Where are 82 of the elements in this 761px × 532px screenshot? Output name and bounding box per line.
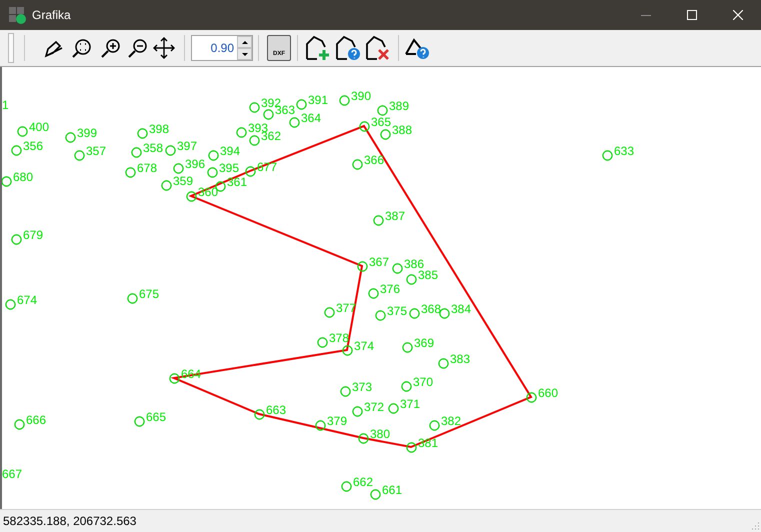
point-label: 667 bbox=[2, 468, 22, 480]
point-label: 665 bbox=[146, 411, 166, 423]
point-label: 359 bbox=[173, 175, 194, 187]
point-label: 372 bbox=[364, 401, 384, 413]
point-label: 374 bbox=[354, 340, 374, 352]
point-label: 375 bbox=[387, 305, 408, 317]
point-label: 666 bbox=[26, 414, 46, 426]
spin-down-button[interactable] bbox=[237, 48, 252, 60]
window-title: Grafika bbox=[32, 7, 71, 24]
point-label: 399 bbox=[77, 127, 98, 139]
point-label: 366 bbox=[364, 154, 384, 166]
point-label: 662 bbox=[353, 476, 374, 488]
point-label: 677 bbox=[257, 161, 278, 173]
point-label: 361 bbox=[227, 176, 248, 188]
resize-grip-icon bbox=[749, 520, 759, 530]
point-label: 386 bbox=[404, 258, 424, 270]
pen-icon bbox=[44, 38, 64, 58]
point-label: 396 bbox=[185, 158, 206, 170]
close-icon bbox=[733, 10, 743, 20]
spin-up-button[interactable] bbox=[237, 36, 252, 48]
point-label: 364 bbox=[301, 112, 322, 124]
polygon-info-button[interactable] bbox=[334, 34, 362, 62]
point-label: 674 bbox=[17, 294, 38, 306]
point-label: 385 bbox=[418, 269, 438, 281]
point-label: 633 bbox=[614, 145, 634, 157]
point-label: 376 bbox=[380, 283, 400, 295]
polygon-plus-icon bbox=[304, 35, 332, 61]
point-label: 675 bbox=[139, 288, 160, 300]
zoom-out-icon bbox=[126, 38, 148, 58]
minimize-icon bbox=[641, 14, 651, 16]
point-label: 360 bbox=[198, 186, 218, 198]
point-label: 384 bbox=[451, 303, 472, 315]
triangle-question-icon bbox=[404, 36, 430, 60]
point-label: 357 bbox=[86, 145, 106, 157]
point-label: 381 bbox=[418, 437, 438, 449]
point-label: 378 bbox=[329, 332, 350, 344]
polygon-cross-icon bbox=[364, 35, 392, 61]
point-label: 680 bbox=[13, 171, 34, 183]
move-arrows-icon bbox=[153, 37, 175, 59]
point-label: 391 bbox=[308, 94, 328, 106]
point-label: 1 bbox=[2, 99, 9, 111]
point-label: 382 bbox=[441, 415, 462, 427]
point-label: 365 bbox=[371, 116, 392, 128]
point-label: 661 bbox=[382, 484, 402, 496]
pan-button[interactable] bbox=[152, 36, 176, 60]
point-label: 390 bbox=[351, 90, 372, 102]
point-label: 356 bbox=[23, 140, 44, 152]
point-label: 395 bbox=[219, 162, 240, 174]
scale-input[interactable]: 0.90 bbox=[192, 36, 236, 60]
polygon-question-icon bbox=[334, 35, 362, 61]
zoom-in-icon bbox=[100, 38, 120, 58]
point-label: 368 bbox=[421, 303, 442, 315]
point-label: 367 bbox=[369, 256, 390, 268]
point-label: 660 bbox=[538, 387, 558, 399]
toolbar-grip-icon bbox=[8, 33, 14, 63]
point-label: 663 bbox=[266, 404, 286, 416]
zoom-extents-icon bbox=[70, 38, 92, 58]
down-caret-icon bbox=[242, 52, 248, 56]
point-label: 678 bbox=[137, 162, 158, 174]
point-label: 388 bbox=[392, 124, 412, 136]
point-label: 387 bbox=[385, 210, 406, 222]
point-label: 379 bbox=[327, 415, 348, 427]
point-label: 373 bbox=[352, 381, 372, 393]
point-label: 397 bbox=[177, 140, 198, 152]
cursor-coordinates: 582335.188, 206732.563 bbox=[3, 513, 136, 530]
point-label: 394 bbox=[220, 145, 240, 157]
point-label: 370 bbox=[413, 376, 434, 388]
point-label: 371 bbox=[400, 398, 420, 410]
maximize-icon bbox=[687, 10, 697, 20]
point-label: 383 bbox=[450, 353, 470, 365]
up-caret-icon bbox=[242, 40, 248, 44]
delete-polygon-button[interactable] bbox=[364, 34, 392, 62]
scale-spinner[interactable]: 0.90 bbox=[191, 35, 253, 61]
point-label: 400 bbox=[29, 121, 50, 133]
add-polygon-button[interactable] bbox=[304, 34, 332, 62]
app-icon bbox=[9, 6, 26, 24]
point-label: 358 bbox=[143, 142, 164, 154]
point-label: 380 bbox=[370, 428, 390, 440]
point-label: 679 bbox=[23, 229, 44, 241]
point-label: 389 bbox=[389, 100, 410, 112]
point-label: 398 bbox=[149, 123, 170, 135]
point-label: 369 bbox=[414, 337, 434, 349]
